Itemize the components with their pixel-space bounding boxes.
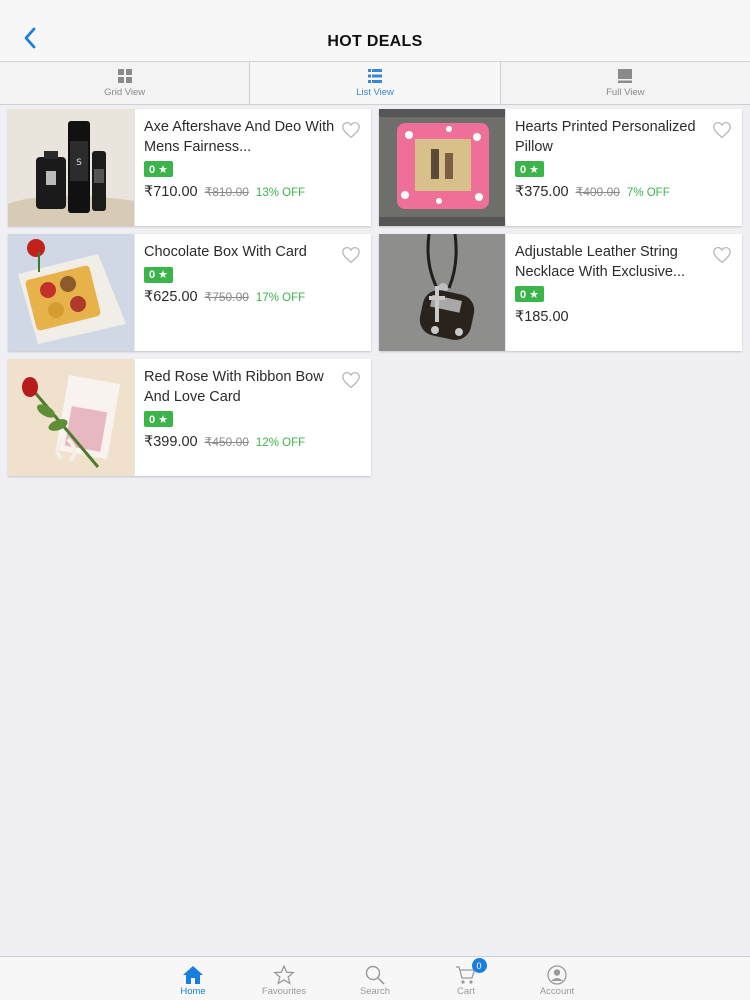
rating-badge: 0 ★ [515,161,545,177]
tab-cart[interactable]: 0 Cart [421,957,512,1000]
product-price: ₹399.00 [144,433,198,450]
product-list: S Axe Aftershave And Deo With Mens Fairn… [8,109,742,476]
tab-search[interactable]: Search [330,957,421,1000]
heart-icon [713,121,731,139]
tab-search-label: Search [359,986,391,997]
tab-account[interactable]: Account [512,957,603,1000]
star-icon [273,965,295,985]
search-icon [365,965,385,985]
rating-badge: 0 ★ [144,266,174,283]
home-icon [183,966,203,984]
heart-icon [713,246,731,264]
product-name: Hearts Printed Personalized Pillow [515,119,696,155]
favourite-button[interactable] [712,121,732,141]
product-price: ₹625.00 [144,289,198,305]
product-image-aftershave: S [8,109,135,226]
heart-icon [342,121,360,139]
svg-text:S: S [76,158,82,168]
full-view-tab[interactable]: Full View [500,62,750,104]
discount-label: 13% OFF [255,186,306,199]
original-price: ₹450.00 [204,434,249,449]
bottom-tab-bar: Home Favourites Search 0 Cart Account [0,956,750,1000]
full-view-label: Full View [606,86,645,98]
tab-home[interactable]: Home [148,957,239,1000]
product-price: ₹710.00 [144,183,198,200]
original-price: ₹810.00 [204,184,249,199]
product-card[interactable]: Red Rose With Ribbon Bow And Love Card 0… [8,359,371,476]
grid-view-tab[interactable]: Grid View [0,62,251,104]
product-name: Axe Aftershave And Deo With Mens Fairnes… [144,119,335,155]
account-icon [547,965,567,985]
discount-label: 7% OFF [626,186,670,199]
original-price: ₹400.00 [575,184,620,199]
product-image-chocolate-box [8,234,135,351]
product-card[interactable]: Chocolate Box With Card 0 ★ ₹625.00 ₹750… [8,234,371,351]
product-name: Chocolate Box With Card [144,244,307,260]
favourite-button[interactable] [341,246,361,266]
tab-cart-label: Cart [457,986,475,997]
product-price: ₹375.00 [515,183,569,200]
discount-label: 12% OFF [255,436,306,449]
product-name: Red Rose With Ribbon Bow And Love Card [144,369,324,405]
product-image-red-rose [8,359,135,476]
favourite-button[interactable] [712,246,732,266]
tab-favourites[interactable]: Favourites [239,957,330,1000]
list-view-tab[interactable]: List View [250,62,501,104]
product-card[interactable]: Adjustable Leather String Necklace With … [379,234,742,351]
product-name: Adjustable Leather String Necklace With … [515,244,686,280]
grid-icon [117,68,132,83]
page-title: HOT DEALS [327,33,423,50]
tab-favourites-label: Favourites [261,986,307,997]
favourite-button[interactable] [341,121,361,141]
tab-account-label: Account [539,986,575,997]
view-mode-switcher: Grid View List View Full View [0,62,750,105]
rating-badge: 0 ★ [515,286,545,302]
heart-icon [342,371,360,389]
cart-count-badge: 0 [471,958,487,973]
product-image-pillow [379,109,506,226]
list-view-label: List View [356,86,394,98]
grid-view-label: Grid View [104,86,146,98]
list-icon [367,68,382,83]
original-price: ₹750.00 [204,290,249,304]
rating-badge: 0 ★ [144,411,174,427]
product-price: ₹185.00 [515,308,569,325]
discount-label: 17% OFF [255,292,306,304]
product-card[interactable]: Hearts Printed Personalized Pillow 0 ★ ₹… [379,109,742,226]
rating-badge: 0 ★ [144,161,174,177]
product-card[interactable]: S Axe Aftershave And Deo With Mens Fairn… [8,109,371,226]
full-view-icon [618,68,633,83]
product-image-necklace [379,234,506,351]
favourite-button[interactable] [341,371,361,391]
tab-home-label: Home [180,986,206,997]
nav-bar: HOT DEALS [0,0,750,62]
heart-icon [342,246,360,264]
